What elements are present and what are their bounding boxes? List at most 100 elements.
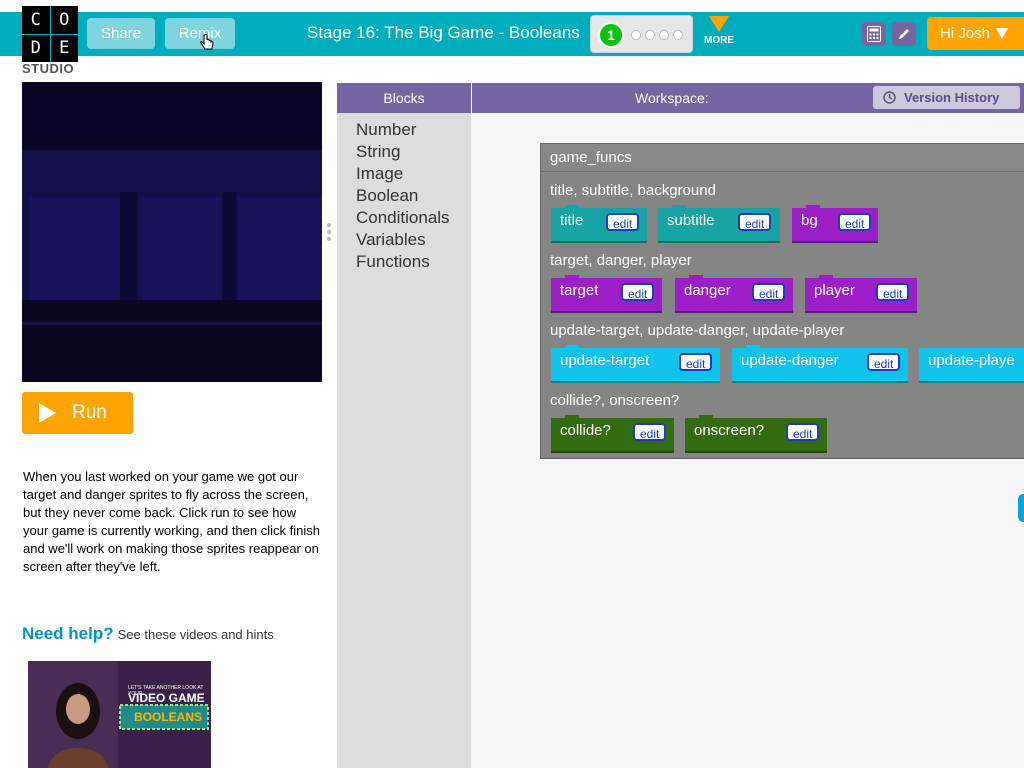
block-notch xyxy=(933,348,947,350)
instructions-text: When you last worked on your game we got… xyxy=(23,469,320,574)
function-block-target[interactable]: target edit xyxy=(551,275,662,313)
edit-button[interactable]: edit xyxy=(621,283,655,301)
level-dot[interactable] xyxy=(673,30,683,40)
function-block-title[interactable]: title edit xyxy=(551,205,647,243)
help-title: Need help? xyxy=(22,624,114,643)
edit-button[interactable]: edit xyxy=(867,353,901,371)
edit-button[interactable]: edit xyxy=(838,213,872,231)
share-button[interactable]: Share xyxy=(87,18,155,49)
palette-item-image[interactable]: Image xyxy=(356,164,403,184)
function-block-update-danger[interactable]: update-danger edit xyxy=(732,345,908,383)
run-button[interactable]: Run xyxy=(22,392,133,434)
palette-item-functions[interactable]: Functions xyxy=(356,252,430,272)
help-section: Need help? See these videos and hints xyxy=(22,624,274,644)
block-name: subtitle xyxy=(667,212,715,229)
app-window: C O D E STUDIO Share Remix Stage 16: The… xyxy=(0,0,1024,768)
function-block-bg[interactable]: bg edit xyxy=(792,205,878,243)
level-dot[interactable] xyxy=(631,30,641,40)
stage-title: Stage 16: The Big Game - Booleans xyxy=(307,23,580,42)
version-history-button[interactable]: Version History xyxy=(873,86,1020,109)
block-name: target xyxy=(560,282,599,299)
logo-letter: E xyxy=(50,34,78,62)
function-block-player[interactable]: player edit xyxy=(805,275,917,313)
edit-button[interactable]: edit xyxy=(679,353,713,371)
palette-item-variables[interactable]: Variables xyxy=(356,230,426,250)
calculator-icon xyxy=(867,26,881,42)
block-notch xyxy=(689,275,703,280)
studio-label: STUDIO xyxy=(22,61,75,76)
block-notch xyxy=(565,275,579,280)
pencil-icon xyxy=(899,29,909,39)
level-dot[interactable] xyxy=(645,30,655,40)
code-logo[interactable]: C O D E xyxy=(22,6,78,62)
block-notch xyxy=(565,415,579,420)
edit-button[interactable]: edit xyxy=(606,213,640,231)
game-scene-image xyxy=(22,82,322,382)
edit-button[interactable]: edit xyxy=(752,283,786,301)
logo-letter: O xyxy=(50,6,78,34)
game-funcs-title: game_funcs xyxy=(541,144,1024,172)
function-block-onscreen[interactable]: onscreen? edit xyxy=(685,415,827,453)
block-notch xyxy=(672,205,686,210)
user-greeting: Hi Josh xyxy=(940,25,991,42)
palette-item-number[interactable]: Number xyxy=(356,120,416,140)
more-arrow-icon xyxy=(709,16,729,32)
group-label: title, subtitle, background xyxy=(550,182,716,199)
level-progress[interactable]: 1 xyxy=(590,15,693,53)
hand-cursor-icon xyxy=(200,34,214,50)
edit-button[interactable]: edit xyxy=(738,213,772,231)
function-block-update-player[interactable]: update-playe xyxy=(919,348,1024,383)
block-notch xyxy=(819,275,833,280)
palette-item-conditionals[interactable]: Conditionals xyxy=(356,208,450,228)
block-name: bg xyxy=(801,212,818,229)
video-caption-title: VIDEO GAME xyxy=(128,691,205,705)
function-block-update-target[interactable]: update-target edit xyxy=(551,345,720,383)
logo-letter: C xyxy=(22,6,50,34)
run-label: Run xyxy=(72,402,107,423)
clock-icon xyxy=(883,91,896,104)
function-block-collide[interactable]: collide? edit xyxy=(551,415,674,453)
calculator-button[interactable] xyxy=(862,22,886,46)
level-dot[interactable] xyxy=(659,30,669,40)
block-name: update-danger xyxy=(741,352,839,369)
block-name: danger xyxy=(684,282,731,299)
palette-item-string[interactable]: String xyxy=(356,142,400,162)
function-block-danger[interactable]: danger edit xyxy=(675,275,793,313)
more-button[interactable]: MORE xyxy=(703,16,735,46)
top-strip xyxy=(0,0,1024,12)
blocks-header: Blocks xyxy=(337,83,471,113)
version-history-label: Version History xyxy=(904,90,1000,105)
edit-button[interactable]: edit xyxy=(786,423,820,441)
user-menu-button[interactable]: Hi Josh xyxy=(927,17,1024,50)
help-subtitle: See these videos and hints xyxy=(117,627,274,642)
group-label: target, danger, player xyxy=(550,252,692,269)
current-level-dot[interactable]: 1 xyxy=(598,22,624,48)
workspace-side-tab[interactable] xyxy=(1018,494,1024,522)
resize-handle-icon[interactable] xyxy=(326,222,332,242)
video-thumbnail[interactable]: LET'S TAKE ANOTHER LOOK AT YOUR VIDEO GA… xyxy=(28,661,211,768)
block-name: player xyxy=(814,282,855,299)
block-name: update-target xyxy=(560,352,650,369)
block-palette: Number String Image Boolean Conditionals… xyxy=(337,113,471,768)
logo-letter: D xyxy=(22,34,50,62)
edit-button[interactable]: edit xyxy=(633,423,667,441)
function-block-subtitle[interactable]: subtitle edit xyxy=(658,205,780,243)
chevron-down-icon xyxy=(996,28,1009,39)
pencil-button[interactable] xyxy=(892,22,916,46)
more-label: MORE xyxy=(704,35,734,46)
workspace-header: Workspace: Version History xyxy=(472,83,1024,113)
edit-button[interactable]: edit xyxy=(876,283,910,301)
block-notch xyxy=(565,205,579,210)
video-caption-topic: BOOLEANS xyxy=(134,710,203,724)
palette-item-boolean[interactable]: Boolean xyxy=(356,186,418,206)
group-label: collide?, onscreen? xyxy=(550,392,680,409)
block-notch xyxy=(806,205,820,210)
block-notch xyxy=(565,345,579,350)
block-notch xyxy=(746,345,760,350)
game-funcs-block[interactable]: game_funcs title, subtitle, background t… xyxy=(540,143,1024,459)
game-canvas[interactable] xyxy=(22,82,322,382)
block-notch xyxy=(699,415,713,420)
block-name: collide? xyxy=(560,422,611,439)
block-name: title xyxy=(560,212,584,229)
block-name: onscreen? xyxy=(694,422,765,439)
